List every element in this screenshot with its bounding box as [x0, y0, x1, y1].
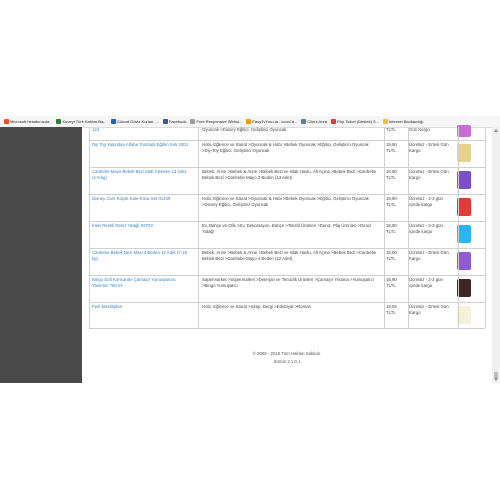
column-divider [198, 127, 199, 328]
product-name-link[interactable]: Diy Toy Yaşından Alfabe Tombala Eğitim S… [92, 142, 192, 148]
product-thumbnail[interactable] [457, 144, 471, 162]
product-price: 18,90 TLTL [386, 169, 397, 180]
product-name-link[interactable]: 124 [92, 127, 192, 133]
bookmark-item[interactable]: Kuveyt Türk Katılım Ba... [56, 119, 107, 124]
product-thumbnail[interactable] [457, 198, 471, 216]
bookmark-label: Php Ticket (Destek) S... [337, 119, 380, 124]
bookmark-item[interactable]: Free Responsive Websi... [190, 119, 242, 124]
product-shipping: Gün Kargo [409, 127, 430, 132]
bookmark-item[interactable]: Php Ticket (Destek) S... [331, 119, 379, 124]
bookmark-item[interactable]: Güncel Döviz Kurları, ... [110, 119, 159, 124]
product-name-link[interactable]: Disney Cars Küçük Kale-Kova Set 01349 [92, 196, 192, 202]
product-category: Hobi, Eğlence ve Sanat >Kitap, Dergi >Ed… [202, 304, 312, 309]
product-category: Hobi, Eğlence ve Sanat >Oyuncak & Hobi >… [202, 196, 369, 207]
bookmark-label: Client Area [307, 119, 327, 124]
scroll-down-arrow-icon[interactable] [494, 378, 498, 381]
product-category: Hobi, Eğlence ve Sanat >Oyuncak & Hobi >… [202, 142, 369, 153]
bookmark-favicon-icon [331, 119, 336, 124]
product-price: 19,05 TLTL [386, 304, 397, 315]
vertical-scrollbar[interactable] [492, 127, 500, 383]
bookmark-label: Kuveyt Türk Katılım Ba... [62, 119, 107, 124]
product-shipping: Ücretsiz - 2-3 gün içinde kargo [409, 223, 443, 234]
footer-version: Sürüm 2.1.0.1 [273, 359, 301, 364]
product-thumbnail[interactable] [457, 171, 471, 189]
bookmark-item[interactable]: EasyTvYou.ua - IconCa... [246, 119, 297, 124]
bookmark-label: Güncel Döviz Kurları, ... [116, 119, 159, 124]
bookmark-label: Facebook [168, 119, 187, 124]
product-shipping: Ücretsiz - 2-3 gün içinde kargo [409, 196, 443, 207]
product-thumbnail[interactable] [457, 125, 471, 137]
product-shipping: Ücretsiz - Ertesi Gün Kargo [409, 169, 449, 180]
product-category: Bebek, Anne >Bebek & Anne >Bebek Bezi ve… [202, 169, 377, 180]
product-shipping: Ücretsiz - 2-3 gün içinde kargo [409, 277, 443, 288]
product-name-link[interactable]: Bingo Soft Konsantre Çamaşır Yumuşatıcıs… [92, 277, 192, 289]
product-price: 18,90 TLTL [386, 196, 397, 207]
product-price: TLTL [386, 127, 396, 132]
table-row: Canbebe Bebek Bezi Maxi 4 Beden 12 Adet … [89, 248, 485, 276]
table-row: Canbebe Mavo Bebek Bezi Midi 3 Beden 13 … [89, 167, 485, 195]
bookmark-item[interactable]: Facebook [162, 119, 187, 124]
product-category: Ev, Bahçe ve Ofis >Ev, Dekorasyon, Bahçe… [202, 223, 372, 234]
product-category: Oyuncak >Disney Eğitici, Geliştirici Oyu… [202, 127, 287, 132]
column-divider [408, 127, 409, 328]
product-name-link[interactable]: Canbebe Bebek Bezi Maxi 4 Beden 12 Adet … [92, 250, 192, 262]
bookmark-favicon-icon [190, 119, 196, 124]
product-shipping: Ücretsiz - Ertesi Gün Kargo [409, 250, 449, 261]
product-price: 18,90 TLTL [386, 223, 397, 234]
bookmark-favicon-icon [56, 119, 62, 124]
bookmark-favicon-icon [4, 119, 9, 124]
table-row: Feel Mastitiplan Hobi, Eğlence ve Sanat >… [89, 302, 485, 329]
bookmark-label: Microsoft hesabınızda... [10, 119, 53, 124]
product-name-link[interactable]: İnkei Renkli Deniz Yatağı 59703 [92, 223, 192, 229]
bookmark-item[interactable]: Microsoft hesabınızda... [4, 119, 52, 124]
bookmark-label: Free Responsive Websi... [196, 119, 243, 124]
footer-copyright: © 2009 - 2018 Tüm Hakları Saklıdır. [252, 351, 322, 356]
table-row: Disney Cars Küçük Kale-Kova Set 01349 Hob… [89, 194, 485, 222]
column-divider [384, 127, 385, 328]
product-shipping: Ücretsiz - Ertesi Gün Kargo [409, 304, 449, 315]
table-row: 124 Oyuncak >Disney Eğitici, Geliştirici … [89, 125, 485, 141]
product-category: Süpermarket >Süpermarket >Deterjan ve Te… [202, 277, 374, 288]
scroll-up-arrow-icon[interactable] [494, 129, 498, 132]
table-row: Bingo Soft Konsantre Çamaşır Yumuşatıcıs… [89, 275, 485, 303]
bookmark-favicon-icon [383, 119, 389, 124]
bookmark-favicon-icon [162, 119, 168, 124]
product-name-link[interactable]: Canbebe Mavo Bebek Bezi Midi 3 Beden 13 … [92, 169, 192, 181]
column-divider [485, 127, 486, 328]
product-thumbnail[interactable] [457, 252, 471, 270]
table-row: İnkei Renkli Deniz Yatağı 59703 Ev, Bahçe… [89, 221, 485, 249]
bookmark-item[interactable]: İnternet Bankacılığı [383, 119, 423, 124]
product-price: 18,90 TLTL [386, 250, 397, 261]
bookmark-favicon-icon [110, 119, 116, 124]
left-sidebar-panel [0, 127, 82, 383]
product-shipping: Ücretsiz - Ertesi Gün Kargo [409, 142, 449, 153]
product-category: Bebek, Anne >Bebek & Anne >Bebek Bezi ve… [202, 250, 377, 261]
column-divider [89, 127, 90, 328]
column-divider [458, 127, 459, 328]
bookmark-label: İnternet Bankacılığı [389, 119, 424, 124]
bookmark-favicon-icon [301, 119, 307, 124]
product-thumbnail[interactable] [457, 306, 471, 324]
product-thumbnail[interactable] [457, 225, 471, 243]
bookmark-favicon-icon [246, 119, 252, 124]
product-thumbnail[interactable] [457, 279, 471, 297]
bookmark-label: EasyTvYou.ua - IconCa... [252, 119, 298, 124]
product-price: 19,90 TLTL [386, 142, 397, 153]
bookmark-item[interactable]: Client Area [301, 119, 327, 124]
table-row: Diy Toy Yaşından Alfabe Tombala Eğitim S… [89, 140, 485, 168]
product-name-link[interactable]: Feel Mastitiplan [92, 304, 192, 310]
product-price: 18,90 TLTL [386, 277, 397, 288]
